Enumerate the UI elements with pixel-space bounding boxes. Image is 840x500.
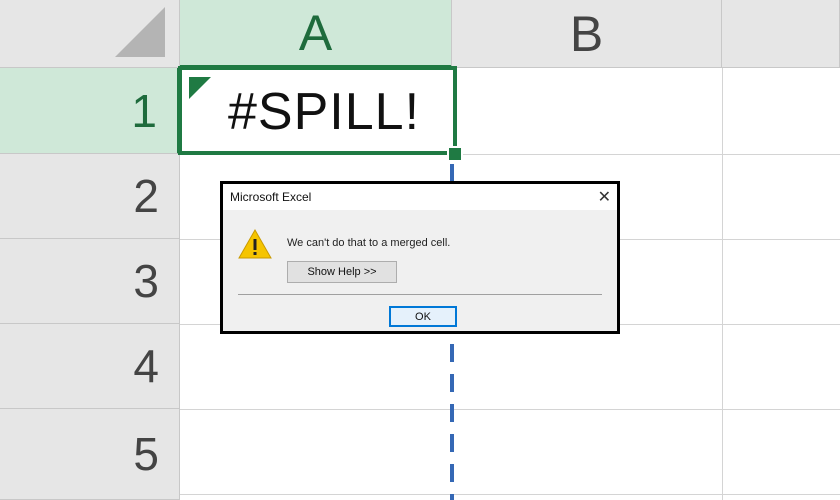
dialog-title: Microsoft Excel [230,190,312,204]
row-header-1[interactable]: 1 [0,68,180,154]
row-header-3[interactable]: 3 [0,239,180,324]
show-help-button[interactable]: Show Help >> [287,261,397,283]
dialog-titlebar: Microsoft Excel [223,184,617,210]
error-indicator-icon[interactable] [189,77,211,99]
row-header-4[interactable]: 4 [0,324,180,409]
dialog-divider [238,294,602,295]
cell-a1[interactable]: #SPILL! [178,66,457,155]
ok-button[interactable]: OK [389,306,457,327]
column-header-c[interactable] [722,0,840,68]
column-header-b[interactable]: B [452,0,722,68]
select-all-icon [115,7,165,57]
cell-b1[interactable] [452,68,722,154]
row-header-5[interactable]: 5 [0,409,180,500]
warning-icon [238,228,272,259]
spreadsheet: A B 1 2 3 4 5 #SPILL! Microsoft Excel ✕ … [0,0,840,500]
fill-handle[interactable] [447,146,463,162]
close-icon[interactable]: ✕ [598,187,611,206]
dialog-message: We can't do that to a merged cell. [287,237,451,249]
gridline [180,494,840,495]
error-dialog: Microsoft Excel ✕ We can't do that to a … [220,181,620,334]
gridline [722,68,723,500]
row-header-2[interactable]: 2 [0,154,180,239]
select-all-button[interactable] [0,0,180,68]
column-header-a[interactable]: A [180,0,452,68]
cell-a5[interactable] [180,409,452,494]
cell-a1-value: #SPILL! [228,83,421,141]
